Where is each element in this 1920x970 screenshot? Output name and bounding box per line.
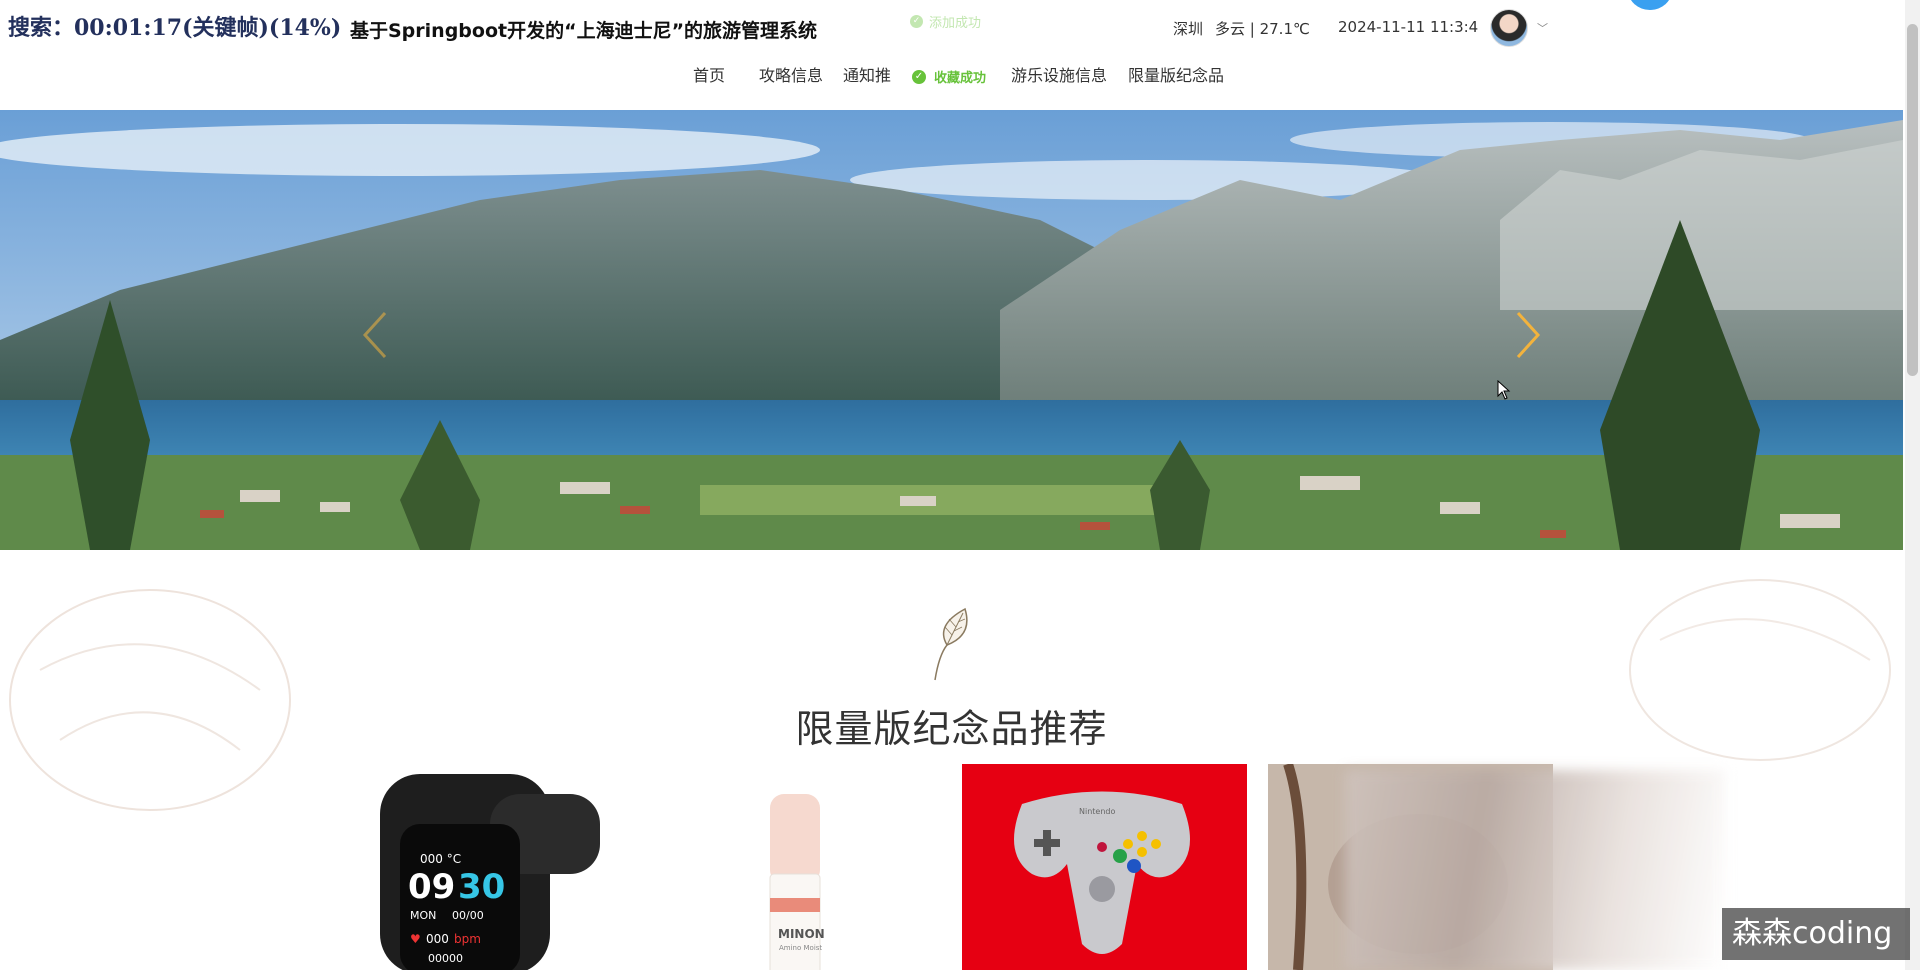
banner-carousel[interactable] bbox=[0, 110, 1903, 550]
video-search-overlay: 搜索：00:01:17(关键帧)(14%) bbox=[8, 15, 342, 41]
nav-item-guides[interactable]: 攻略信息 bbox=[759, 62, 823, 86]
nav-item-home[interactable]: 首页 bbox=[668, 62, 750, 90]
banner-landscape-image bbox=[0, 110, 1903, 550]
product-card-minon[interactable]: MINON Amino Moist bbox=[675, 764, 960, 970]
product-card-controller[interactable]: Nintendo bbox=[962, 764, 1247, 970]
chevron-right-icon[interactable] bbox=[1508, 305, 1548, 365]
heart-icon: ♥ bbox=[410, 932, 421, 946]
favorite-success-toast: ✓ 收藏成功 bbox=[912, 67, 986, 86]
add-success-toast-text: 添加成功 bbox=[929, 16, 982, 31]
bottle-brand: MINON bbox=[778, 927, 825, 941]
watch-bpm-unit: bpm bbox=[454, 932, 481, 946]
nav-item-facilities[interactable]: 游乐设施信息 bbox=[1011, 62, 1107, 86]
check-icon: ✓ bbox=[912, 69, 926, 84]
favorite-success-toast-text: 收藏成功 bbox=[934, 71, 987, 86]
watch-day: MON bbox=[410, 909, 437, 922]
nav-item-notices[interactable]: 通知推 bbox=[843, 62, 891, 86]
floating-widget[interactable] bbox=[1628, 0, 1672, 10]
check-icon: ✓ bbox=[910, 15, 923, 28]
user-avatar[interactable] bbox=[1490, 9, 1528, 47]
controller-logo: Nintendo bbox=[1079, 807, 1116, 816]
game-controller-image bbox=[1014, 791, 1190, 954]
weather-city: 深圳 bbox=[1173, 20, 1204, 38]
site-title: 基于Springboot开发的“上海迪士尼”的旅游管理系统 bbox=[350, 20, 818, 42]
nav-item-souvenirs[interactable]: 限量版纪念品 bbox=[1128, 62, 1224, 86]
chevron-left-icon[interactable] bbox=[355, 305, 395, 365]
weather-info: 多云 | 27.1℃ bbox=[1215, 20, 1310, 38]
watch-bpm: 000 bbox=[426, 932, 449, 946]
watch-date: 00/00 bbox=[452, 909, 484, 922]
scrollbar-thumb[interactable] bbox=[1907, 24, 1918, 376]
section-title: 限量版纪念品推荐 bbox=[795, 707, 1108, 751]
current-datetime: 2024-11-11 11:3:4 bbox=[1338, 18, 1479, 36]
leaf-icon bbox=[934, 607, 968, 681]
watch-hour: 09 bbox=[408, 867, 456, 907]
product-card-smartwatch[interactable]: 000 °C 09 30 MON 00/00 ♥ 000 bpm 00000 bbox=[370, 764, 655, 970]
channel-watermark: 森森coding bbox=[1722, 908, 1910, 960]
watch-temp: 000 °C bbox=[420, 852, 462, 866]
blurred-region bbox=[1345, 770, 1725, 970]
chevron-down-icon[interactable]: ﹀ bbox=[1537, 20, 1548, 36]
bottle-sub: Amino Moist bbox=[779, 944, 823, 952]
watch-minute: 30 bbox=[458, 867, 506, 907]
watch-steps: 00000 bbox=[428, 952, 463, 965]
add-success-toast: ✓ 添加成功 bbox=[910, 12, 981, 31]
mouse-cursor-icon bbox=[1497, 380, 1511, 400]
